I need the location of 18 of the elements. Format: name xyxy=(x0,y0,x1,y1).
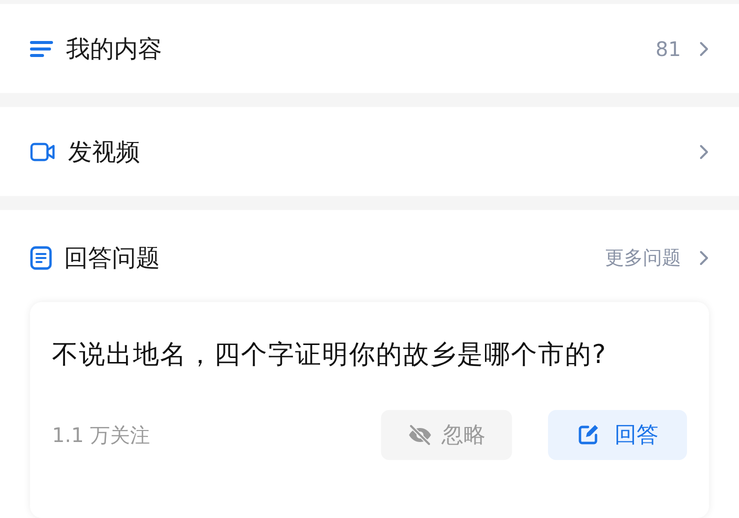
document-icon xyxy=(30,246,52,270)
chevron-right-icon xyxy=(699,250,709,266)
chevron-right-icon xyxy=(699,144,709,160)
chevron-right-icon xyxy=(699,40,709,56)
followers-count: 1.1 万关注 xyxy=(52,422,152,449)
edit-icon xyxy=(576,424,598,446)
menu-label: 发视频 xyxy=(68,136,141,168)
question-card[interactable]: 不说出地名，四个字证明你的故乡是哪个市的? 1.1 万关注 忽略 回答 xyxy=(30,302,709,518)
menu-row[interactable]: 我的内容 81 xyxy=(0,4,739,93)
video-camera-icon xyxy=(30,142,56,162)
question-text: 不说出地名，四个字证明你的故乡是哪个市的? xyxy=(52,339,608,372)
content-count: 81 xyxy=(656,36,681,62)
menu-row[interactable]: 发视频 xyxy=(0,107,739,196)
section-title: 回答问题 xyxy=(64,243,161,274)
list-lines-icon xyxy=(30,40,54,58)
eye-crossed-icon xyxy=(408,425,432,445)
menu-label: 我的内容 xyxy=(66,34,163,64)
answer-button[interactable]: 回答 xyxy=(548,410,687,460)
